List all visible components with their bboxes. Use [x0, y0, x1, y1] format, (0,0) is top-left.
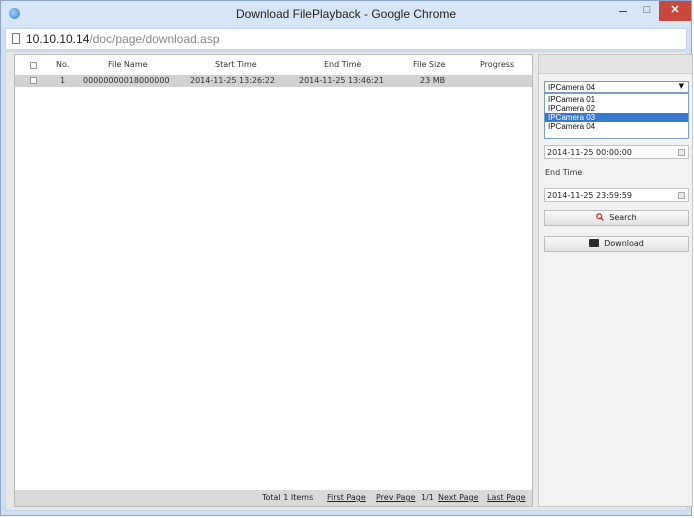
next-page-link[interactable]: Next Page: [438, 493, 479, 502]
end-time-label: End Time: [545, 168, 583, 177]
window-title: Download FilePlayback - Google Chrome: [235, 7, 457, 21]
header-end-time[interactable]: End Time: [324, 60, 361, 69]
select-all-checkbox[interactable]: [30, 62, 37, 69]
address-bar[interactable]: 10.10.10.14/doc/page/download.asp: [5, 28, 687, 50]
title-bar: Download FilePlayback - Google Chrome – …: [1, 1, 691, 27]
camera-dropdown-list: IPCamera 01 IPCamera 02 IPCamera 03 IPCa…: [544, 93, 689, 139]
url-host: 10.10.10.14: [26, 32, 90, 46]
camera-select[interactable]: IPCamera 04 ▼: [544, 81, 689, 93]
file-list-panel: No. File Name Start Time End Time File S…: [14, 54, 533, 507]
minimize-button[interactable]: –: [611, 1, 635, 21]
camera-option[interactable]: IPCamera 01: [545, 95, 688, 104]
camera-select-value: IPCamera 04: [548, 83, 596, 92]
pagination-bar: Total 1 Items First Page Prev Page 1/1 N…: [15, 490, 532, 506]
end-time-value: 2014-11-25 23:59:59: [547, 191, 632, 200]
camera-option-highlighted[interactable]: IPCamera 03: [545, 113, 688, 122]
close-button[interactable]: ✕: [659, 1, 691, 21]
page-indicator: 1/1: [421, 493, 434, 502]
end-time-field[interactable]: 2014-11-25 23:59:59: [544, 188, 689, 202]
url-path: /doc/page/download.asp: [89, 32, 220, 46]
page-icon: [12, 33, 20, 44]
prev-page-link[interactable]: Prev Page: [376, 493, 415, 502]
download-icon: [589, 238, 600, 247]
header-file-name[interactable]: File Name: [108, 60, 148, 69]
cell-no: 1: [60, 76, 66, 85]
search-button[interactable]: Search: [544, 210, 689, 226]
search-panel: IPCamera 04 ▼ IPCamera 01 IPCamera 02 IP…: [538, 54, 693, 507]
maximize-button[interactable]: □: [635, 1, 659, 21]
chevron-down-icon: ▼: [678, 82, 684, 90]
start-time-value: 2014-11-25 00:00:00: [547, 148, 632, 157]
cell-file-size: 23 MB: [420, 76, 446, 85]
side-panel-header: [539, 55, 692, 74]
table-row[interactable]: 1 00000000018000000 2014-11-25 13:26:22 …: [15, 75, 532, 87]
total-items: Total 1 Items: [262, 493, 314, 502]
header-no[interactable]: No.: [56, 60, 69, 69]
calendar-icon[interactable]: [678, 149, 685, 156]
table-header: No. File Name Start Time End Time File S…: [15, 55, 532, 75]
search-button-label: Search: [609, 213, 637, 222]
cell-end-time: 2014-11-25 13:46:21: [299, 76, 384, 85]
first-page-link[interactable]: First Page: [327, 493, 366, 502]
download-button-label: Download: [604, 239, 644, 248]
cell-file-name: 00000000018000000: [83, 76, 170, 85]
url-text[interactable]: 10.10.10.14/doc/page/download.asp: [26, 32, 220, 46]
last-page-link[interactable]: Last Page: [487, 493, 526, 502]
start-time-field[interactable]: 2014-11-25 00:00:00: [544, 145, 689, 159]
calendar-icon[interactable]: [678, 192, 685, 199]
cell-start-time: 2014-11-25 13:26:22: [190, 76, 275, 85]
header-file-size[interactable]: File Size: [413, 60, 445, 69]
header-start-time[interactable]: Start Time: [215, 60, 257, 69]
row-checkbox[interactable]: [30, 77, 37, 84]
camera-option[interactable]: IPCamera 02: [545, 104, 688, 113]
header-progress[interactable]: Progress: [480, 60, 514, 69]
search-icon: [596, 212, 605, 221]
camera-option[interactable]: IPCamera 04: [545, 122, 688, 131]
download-button[interactable]: Download: [544, 236, 689, 252]
